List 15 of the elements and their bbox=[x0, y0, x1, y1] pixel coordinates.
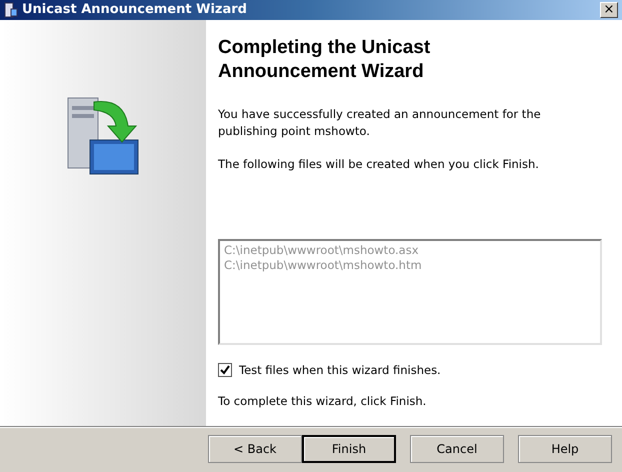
close-button[interactable]: × bbox=[600, 2, 618, 18]
footer-text: To complete this wizard, click Finish. bbox=[218, 392, 428, 410]
files-intro-text: The following files will be created when you click Finish. bbox=[218, 156, 540, 173]
intro-text: You have successfully created an announcement for the publishing point mshowto. bbox=[218, 106, 542, 140]
wizard-button[interactable]: Cancel bbox=[410, 435, 504, 464]
window-title: Unicast Announcement Wizard bbox=[22, 2, 248, 18]
wizard-button[interactable]: < Back bbox=[208, 435, 302, 464]
checkbox[interactable] bbox=[218, 362, 232, 377]
wizard-button[interactable]: Finish bbox=[302, 435, 396, 464]
wizard-button[interactable]: Help bbox=[518, 435, 612, 464]
wizard-heading: Completing the Unicast Announcement Wizard bbox=[218, 36, 432, 84]
file-path: C:\inetpub\wwwroot\mshowto.htm bbox=[224, 258, 423, 273]
file-path: C:\inetpub\wwwroot\mshowto.asx bbox=[224, 242, 420, 258]
checkbox-label: Test files when this wizard finishes. bbox=[239, 362, 441, 377]
app-icon bbox=[4, 2, 18, 18]
